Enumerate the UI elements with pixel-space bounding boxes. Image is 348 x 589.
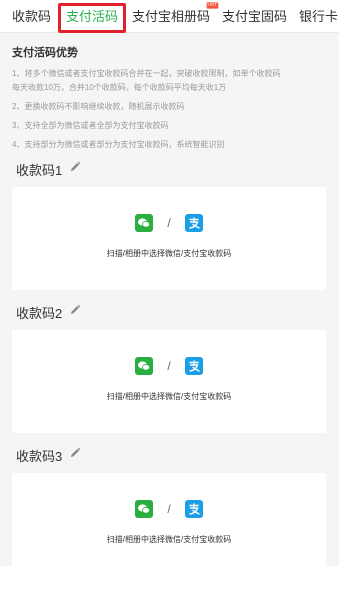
advantage-line: 3、支持全部为微信或者全部为支付宝收款码 (12, 121, 169, 130)
tab-payment-code[interactable]: 收款码 (12, 7, 51, 27)
separator: / (167, 359, 171, 373)
advantage-line: 每天收款10万，合并10个收款码，每个收款码平均每天收1万 (12, 83, 227, 92)
pencil-icon[interactable] (69, 304, 81, 316)
payment-icons: / (12, 214, 326, 236)
payment-icons: / (12, 357, 326, 379)
advantages-title: 支付活码优势 (12, 47, 78, 59)
pencil-icon[interactable] (69, 161, 81, 173)
alipay-icon (185, 357, 204, 375)
wechat-icon (134, 214, 153, 232)
advantage-line: 1、将多个微信或者支付宝收款码合并在一起，突破收款限制，如单个收款码 (12, 69, 281, 78)
wechat-icon (134, 500, 153, 518)
tab-bar: 收款码 支付活码 支付宝相册码 HOT 支付宝固码 银行卡 (0, 0, 339, 33)
alipay-icon (185, 500, 204, 518)
payment-icons: / (12, 500, 326, 522)
tab-bank-card[interactable]: 银行卡 (299, 7, 338, 27)
tab-alipay-album-code[interactable]: 支付宝相册码 HOT (132, 2, 219, 27)
highlight-annotation-box (58, 3, 126, 33)
section-title-1: 收款码1 (16, 163, 63, 178)
advantage-line: 2、更换收款码不影响继续收款，随机展示收款码 (12, 102, 185, 111)
section-title-2: 收款码2 (16, 306, 63, 321)
upload-card-2[interactable]: / 扫描/相册中选择微信/支付宝收款码 (12, 330, 326, 433)
upload-card-1[interactable]: / 扫描/相册中选择微信/支付宝收款码 (12, 187, 326, 290)
separator: / (167, 502, 171, 516)
upload-card-3[interactable]: / 扫描/相册中选择微信/支付宝收款码 (12, 473, 326, 566)
page: 收款码 支付活码 支付宝相册码 HOT 支付宝固码 银行卡 支付活码优势 1、将… (0, 0, 339, 566)
advantage-line: 4、支持部分为微信或者部分为支付宝收款码，系统智能识别 (12, 140, 225, 149)
alipay-icon (185, 214, 204, 232)
card-caption: 扫描/相册中选择微信/支付宝收款码 (106, 535, 232, 544)
wechat-icon (134, 357, 153, 375)
pencil-icon[interactable] (69, 447, 81, 459)
section-title-3: 收款码3 (16, 449, 63, 464)
card-caption: 扫描/相册中选择微信/支付宝收款码 (106, 392, 232, 401)
tab-label: 支付宝相册码 (132, 9, 211, 24)
separator: / (167, 216, 171, 230)
hot-badge: HOT (207, 2, 219, 9)
card-caption: 扫描/相册中选择微信/支付宝收款码 (106, 249, 232, 258)
tab-alipay-fixed-code[interactable]: 支付宝固码 (222, 7, 287, 27)
